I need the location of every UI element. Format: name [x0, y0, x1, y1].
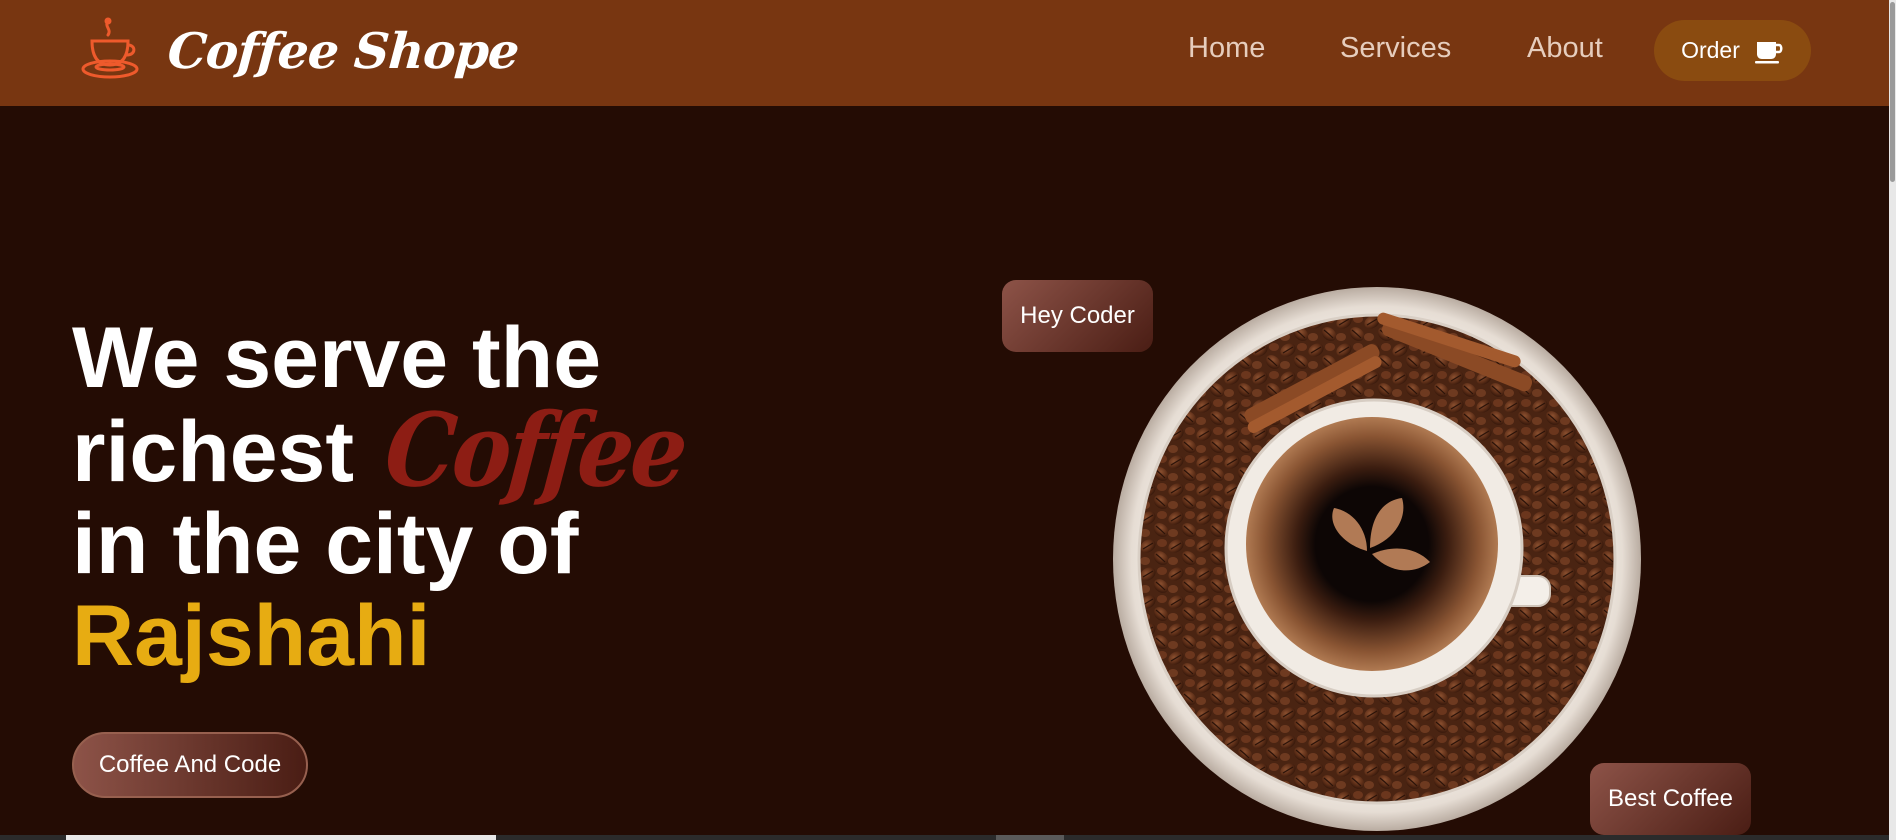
navbar: Coffee Shope Home Services About Order [0, 0, 1889, 106]
horizontal-scroll-thumb[interactable] [66, 835, 496, 840]
page-scrollbar[interactable] [1889, 0, 1896, 840]
best-coffee-badge: Best Coffee [1590, 763, 1751, 835]
hero-line-2: richest Coffee [72, 390, 690, 510]
horizontal-scrollbar[interactable] [0, 835, 1889, 840]
hero-heading: We serve the richest Coffee in the city … [72, 312, 690, 684]
hero-line-2-prefix: richest [72, 404, 355, 500]
brand-name: Coffee Shope [165, 22, 521, 80]
hero-city: Rajshahi [72, 588, 431, 684]
coffee-cup-image [1113, 287, 1641, 831]
hero-coffee-highlight: Coffee [380, 390, 690, 510]
horizontal-scroll-segment [996, 835, 1064, 840]
coffee-and-code-button[interactable]: Coffee And Code [72, 732, 308, 798]
nav-about-link[interactable]: About [1527, 32, 1603, 65]
scrollbar-thumb[interactable] [1890, 2, 1895, 182]
hero-line-3: in the city of [72, 496, 579, 592]
coffee-cup-logo-icon [81, 17, 139, 79]
order-button[interactable]: Order [1654, 20, 1811, 81]
order-button-label: Order [1681, 37, 1740, 63]
nav-services-link[interactable]: Services [1340, 32, 1451, 65]
coffee-mug-icon [1754, 41, 1783, 63]
nav-home-link[interactable]: Home [1188, 32, 1265, 65]
hey-coder-badge: Hey Coder [1002, 280, 1153, 352]
brand-logo[interactable]: Coffee Shope [78, 16, 521, 86]
